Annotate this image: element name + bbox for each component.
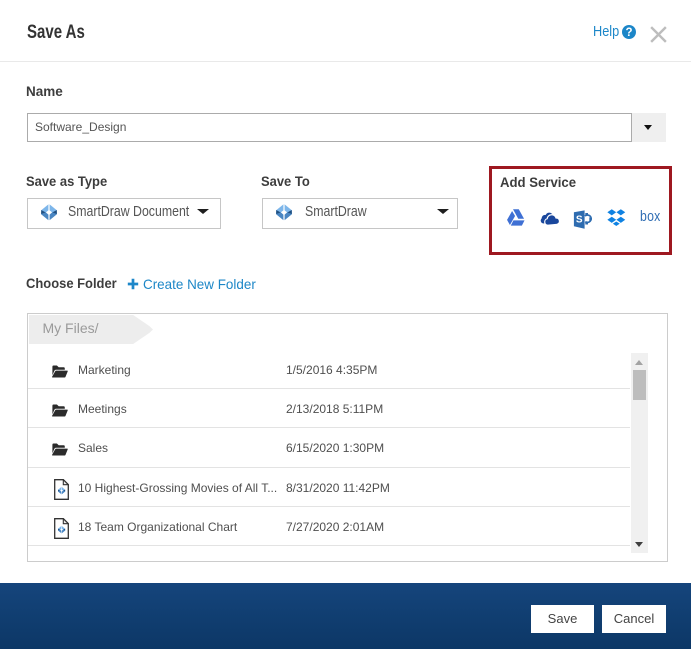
svg-text:S: S [576,214,583,225]
svg-text:?: ? [625,27,632,39]
